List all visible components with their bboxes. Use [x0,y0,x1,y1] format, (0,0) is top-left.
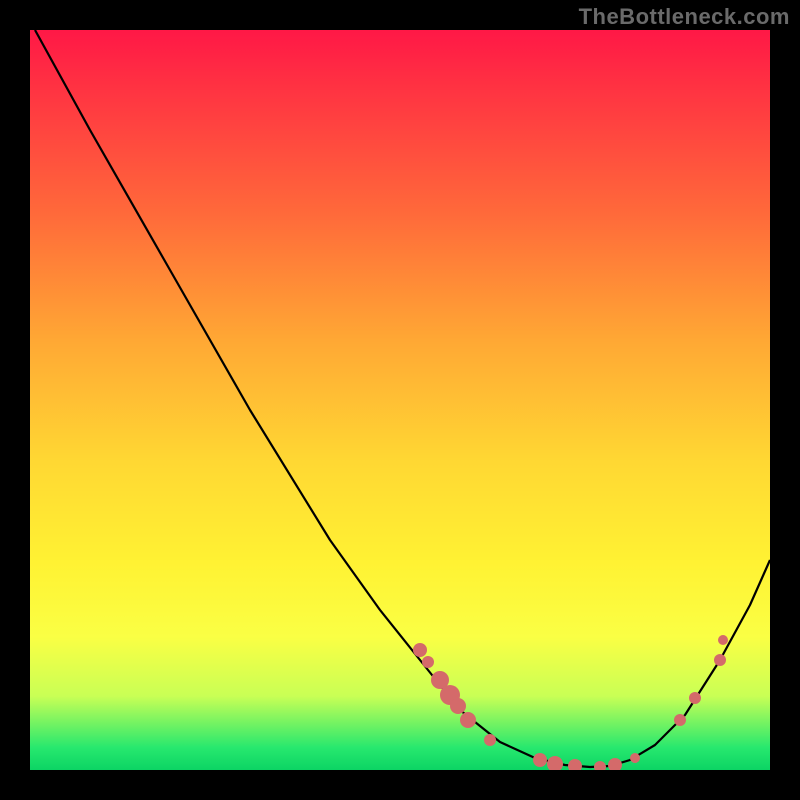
data-marker [608,758,622,770]
data-marker [547,756,563,770]
data-marker [714,654,726,666]
watermark-text: TheBottleneck.com [579,4,790,30]
data-marker [689,692,701,704]
plot-area [30,30,770,770]
data-marker [460,712,476,728]
data-marker [568,759,582,770]
data-marker [450,698,466,714]
chart-frame: TheBottleneck.com [0,0,800,800]
data-marker [630,753,640,763]
data-marker [594,761,606,770]
data-marker [422,656,434,668]
data-marker [484,734,496,746]
bottleneck-curve [35,30,770,767]
marker-group [413,635,728,770]
data-marker [413,643,427,657]
data-marker [533,753,547,767]
curve-layer [30,30,770,770]
data-marker [718,635,728,645]
data-marker [674,714,686,726]
